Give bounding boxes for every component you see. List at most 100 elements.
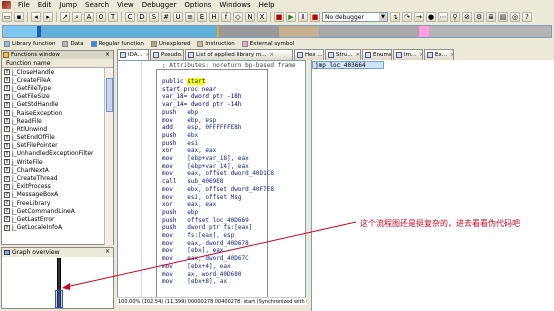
menu-view[interactable]: View: [113, 0, 138, 10]
function-list-item[interactable]: f j_SetFilePointer: [2, 142, 105, 150]
search-icon[interactable]: ⌕: [72, 12, 82, 22]
disassembly-line[interactable]: mov ax, word_40D680: [162, 271, 274, 279]
save-icon[interactable]: ▪: [14, 12, 24, 22]
close-icon[interactable]: ×: [356, 52, 360, 58]
function-list-item[interactable]: f j_ReadFile: [2, 117, 105, 125]
function-list-item[interactable]: f j_GetFileSize: [2, 93, 105, 101]
run-to-cursor-icon[interactable]: →: [414, 12, 424, 22]
disassembly-line[interactable]: var_18= dword ptr -18h: [162, 93, 274, 101]
menu-windows[interactable]: Windows: [215, 0, 254, 10]
disassembly-line[interactable]: call sub_4069E8: [162, 178, 274, 186]
close-icon[interactable]: ×: [105, 51, 110, 58]
menu-debugger[interactable]: Debugger: [138, 0, 181, 10]
disassembly-line[interactable]: mov [ebp+var_14], eax: [162, 163, 274, 171]
disassembly-line[interactable]: push ebp: [162, 209, 274, 217]
function-list-item[interactable]: f j_RtlUnwind: [2, 125, 105, 133]
function-list-item[interactable]: f j_GetCommandLineA: [2, 207, 105, 215]
disassembly-line[interactable]: mov [ebx+4], eax: [162, 263, 274, 271]
disassembly-line[interactable]: mov ebx, offset dword_40F7E8: [162, 186, 274, 194]
functions-scrollbar[interactable]: [104, 68, 113, 245]
disassembly-line[interactable]: push ebx: [162, 132, 274, 140]
string-icon[interactable]: S: [149, 12, 159, 22]
back-icon[interactable]: ◂: [31, 12, 41, 22]
disassembly-line[interactable]: mov esi, offset Msg: [162, 194, 274, 202]
text-icon[interactable]: T: [108, 12, 118, 22]
jump-icon[interactable]: ↗: [60, 12, 70, 22]
find-icon[interactable]: A: [84, 12, 94, 22]
graph-overview-viewport[interactable]: [55, 290, 63, 308]
function-list-item[interactable]: f j_CharNextA: [2, 166, 105, 174]
close-icon[interactable]: ×: [270, 52, 275, 58]
function-list-item[interactable]: f j_CreateThread: [2, 174, 105, 182]
disassembly-line[interactable]: add esp, 0FFFFFFE8h: [162, 124, 274, 132]
names-icon[interactable]: N: [245, 12, 255, 22]
modules-icon[interactable]: ▤: [498, 12, 508, 22]
function-icon[interactable]: f: [221, 12, 231, 22]
graph-overview-titlebar[interactable]: Graph overview ×: [2, 248, 113, 257]
functions-window-titlebar[interactable]: Functions window ×: [2, 51, 113, 59]
tab-5[interactable]: Enums×: [362, 49, 392, 60]
code-icon[interactable]: C: [125, 12, 135, 22]
play-icon[interactable]: ▶: [286, 12, 296, 22]
graph-icon[interactable]: ◇: [233, 12, 243, 22]
open-icon[interactable]: ▭: [2, 12, 12, 22]
undefine-icon[interactable]: U: [173, 12, 183, 22]
function-list-item[interactable]: f j_GetStdHandle: [2, 101, 105, 109]
disassembly-line[interactable]: mov [ebx], eax: [162, 247, 274, 255]
function-list-item[interactable]: f j_CloseHandle: [2, 68, 105, 76]
menu-options[interactable]: Options: [180, 0, 215, 10]
disassembly-line[interactable]: mov eax, dword_40D67C: [162, 255, 274, 263]
disassembly-line[interactable]: mov [ebp+var_18], eax: [162, 155, 274, 163]
close-icon[interactable]: ×: [146, 52, 148, 58]
function-name-column-header[interactable]: Function name: [2, 59, 113, 68]
close-icon[interactable]: ×: [105, 248, 110, 255]
data-icon[interactable]: D: [137, 12, 147, 22]
function-list-item[interactable]: f j_GetLastError: [2, 215, 105, 223]
disassembly-line[interactable]: public start: [162, 78, 274, 86]
debugger-select[interactable]: No debugger ▼: [322, 12, 388, 22]
disassembly-line[interactable]: mov fs:[eax], esp: [162, 232, 274, 240]
trace-icon[interactable]: ⋯: [438, 12, 448, 22]
ida-view-graph[interactable]: ; Attributes: noreturn bp-based frame pu…: [117, 60, 306, 304]
function-list-item[interactable]: f j_CreateFileA: [2, 76, 105, 84]
tab-6[interactable]: Im...×: [393, 49, 423, 60]
disassembly-line[interactable]: mov eax, dword_40D678: [162, 240, 274, 248]
close-icon[interactable]: ×: [419, 52, 422, 58]
close-icon[interactable]: ×: [450, 52, 453, 58]
tab-7[interactable]: Ex...×: [424, 49, 454, 60]
function-list-item[interactable]: f j_ExitProcess: [2, 183, 105, 191]
threads-icon[interactable]: ≣: [486, 12, 496, 22]
disassembly-line[interactable]: mov eax, offset dword_40D1C8: [162, 170, 274, 178]
enum-icon[interactable]: E: [197, 12, 207, 22]
step-into-icon[interactable]: ↴: [390, 12, 400, 22]
navigation-band[interactable]: [2, 25, 552, 38]
menu-file[interactable]: File: [14, 0, 34, 10]
tab-2[interactable]: List of applied library m... ×: [185, 49, 293, 60]
scrollbar-thumb[interactable]: [106, 78, 113, 112]
disassembly-line[interactable]: push dword ptr fs:[eax]: [162, 224, 274, 232]
detach-icon[interactable]: ⊘: [462, 12, 472, 22]
menu-help[interactable]: Help: [255, 0, 279, 10]
stop-square-icon[interactable]: ■: [274, 12, 284, 22]
function-list-item[interactable]: f j_SetEndOfFile: [2, 134, 105, 142]
menu-search[interactable]: Search: [81, 0, 113, 10]
tab-0[interactable]: IDA...×: [117, 49, 149, 60]
pause-icon[interactable]: Ⅱ: [298, 12, 308, 22]
array-icon[interactable]: #: [161, 12, 171, 22]
binary-icon[interactable]: 0: [96, 12, 106, 22]
help-icon[interactable]: ?: [522, 12, 532, 22]
disassembly-line[interactable]: var_14= dword ptr -14h: [162, 101, 274, 109]
struct-icon[interactable]: ≡: [185, 12, 195, 22]
function-list-item[interactable]: f j_GetFileType: [2, 84, 105, 92]
watch-icon[interactable]: ◎: [510, 12, 520, 22]
disassembly-line[interactable]: push esi: [162, 140, 274, 148]
menu-jump[interactable]: Jump: [55, 0, 81, 10]
tab-1[interactable]: Pseudo...×: [150, 49, 184, 60]
disassembly-line[interactable]: mov ebp, esp: [162, 117, 274, 125]
stop-icon[interactable]: ■: [310, 12, 320, 22]
function-list-item[interactable]: f j_FreeLibrary: [2, 199, 105, 207]
attach-icon[interactable]: ⚲: [450, 12, 460, 22]
hex-icon[interactable]: H: [209, 12, 219, 22]
function-list-item[interactable]: f j_WriteFile: [2, 158, 105, 166]
function-list-item[interactable]: f j_MessageBoxA: [2, 191, 105, 199]
